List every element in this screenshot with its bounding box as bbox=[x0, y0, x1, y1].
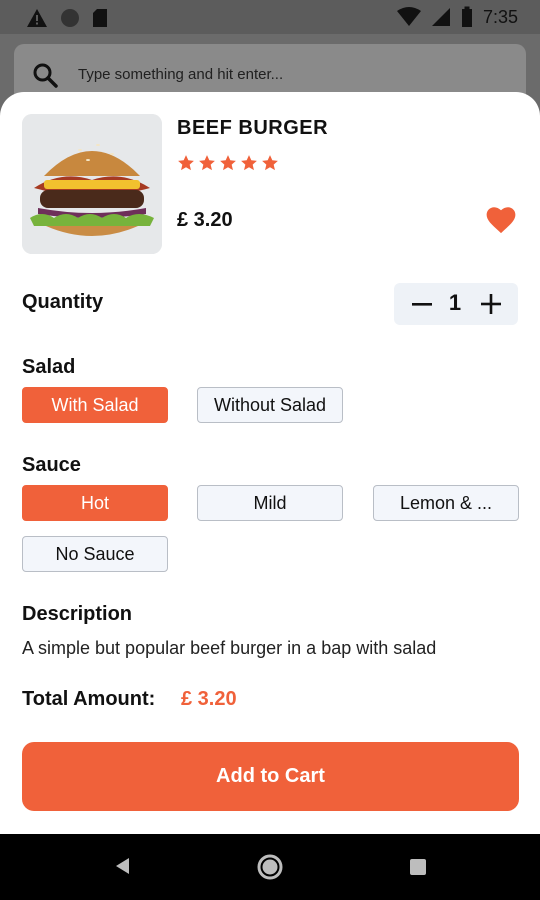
signal-icon bbox=[431, 8, 450, 26]
circle-icon bbox=[61, 9, 79, 27]
sauce-option-mild[interactable]: Mild bbox=[197, 485, 343, 521]
sauce-option-lemon[interactable]: Lemon & ... bbox=[373, 485, 519, 521]
salad-label: Salad bbox=[22, 356, 76, 378]
quantity-value: 1 bbox=[448, 290, 462, 315]
navigation-bar bbox=[0, 834, 540, 900]
wifi-icon bbox=[396, 7, 421, 26]
star-icon bbox=[220, 155, 236, 171]
status-time: 7:35 bbox=[482, 6, 518, 27]
sauce-label: Sauce bbox=[22, 454, 81, 476]
battery-icon bbox=[461, 6, 472, 27]
product-price: £ 3.20 bbox=[177, 209, 233, 231]
plus-icon bbox=[481, 294, 501, 314]
back-icon[interactable] bbox=[113, 856, 131, 876]
product-image bbox=[22, 114, 162, 254]
favorite-button[interactable] bbox=[486, 206, 516, 239]
description-label: Description bbox=[22, 603, 133, 625]
increment-button[interactable] bbox=[478, 291, 504, 317]
burger-image bbox=[22, 114, 162, 254]
salad-option-with-salad[interactable]: With Salad bbox=[22, 387, 168, 423]
product-name: BEEF BURGER bbox=[177, 117, 329, 139]
product-detail-sheet: BEEF BURGER £ 3.20 Quantity 1 Salad With… bbox=[0, 92, 540, 834]
sauce-option-no-sauce[interactable]: No Sauce bbox=[22, 536, 168, 572]
recents-icon[interactable] bbox=[409, 858, 427, 876]
decrement-button[interactable] bbox=[410, 291, 434, 317]
description-text: A simple but popular beef burger in a ba… bbox=[22, 638, 437, 658]
status-bar: 7:35 bbox=[0, 0, 540, 34]
star-icon bbox=[241, 155, 257, 171]
warning-icon bbox=[27, 9, 47, 27]
heart-icon bbox=[486, 207, 516, 234]
quantity-label: Quantity bbox=[22, 291, 104, 313]
add-to-cart-button[interactable]: Add to Cart bbox=[22, 742, 519, 811]
home-icon[interactable] bbox=[256, 853, 284, 881]
rating-stars bbox=[177, 154, 279, 172]
total-value: £ 3.20 bbox=[181, 688, 237, 710]
star-icon bbox=[199, 155, 215, 171]
star-icon bbox=[178, 155, 194, 171]
salad-option-without-salad[interactable]: Without Salad bbox=[197, 387, 343, 423]
sd-card-icon bbox=[93, 9, 107, 27]
total-label: Total Amount: bbox=[22, 688, 156, 710]
quantity-stepper[interactable]: 1 bbox=[394, 283, 518, 325]
sauce-option-hot[interactable]: Hot bbox=[22, 485, 168, 521]
minus-icon bbox=[412, 303, 432, 306]
search-input[interactable]: Type something and hit enter... bbox=[78, 66, 283, 83]
search-icon bbox=[33, 63, 58, 88]
star-icon bbox=[262, 155, 278, 171]
